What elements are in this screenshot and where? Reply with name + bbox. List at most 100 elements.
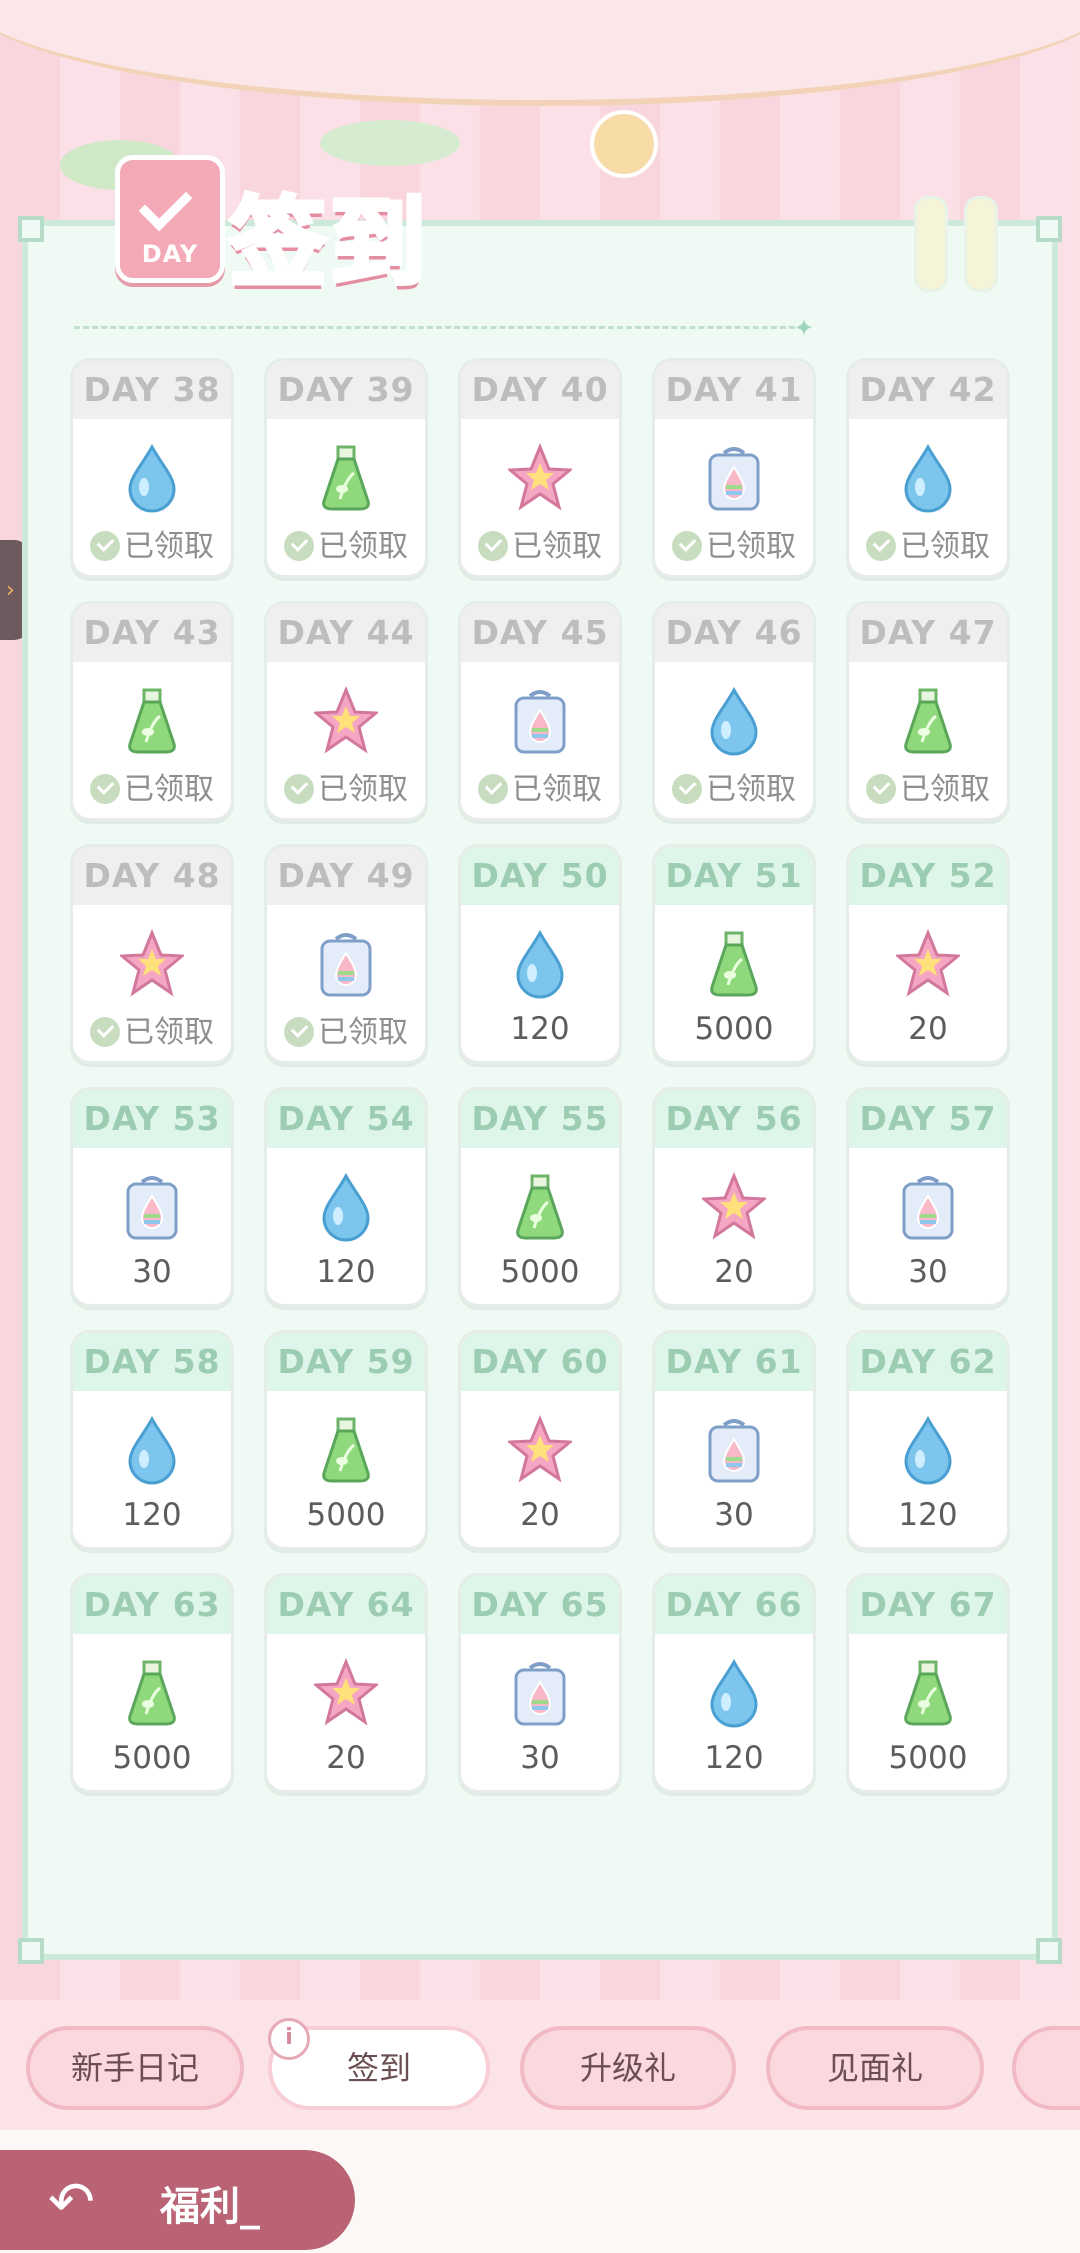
calendar-icon: DAY	[115, 155, 225, 283]
potion-icon	[702, 929, 766, 999]
day-card[interactable]: DAY 45 已领取	[458, 601, 622, 821]
claimed-status: 已领取	[461, 764, 619, 808]
day-card[interactable]: DAY 60 20	[458, 1330, 622, 1550]
day-card[interactable]: DAY 57 30	[846, 1087, 1010, 1307]
check-circle-icon	[90, 774, 120, 804]
day-card[interactable]: DAY 64 20	[264, 1573, 428, 1793]
day-label: DAY 65	[461, 1576, 619, 1634]
reward-amount: 20	[326, 1740, 366, 1776]
potion-icon	[120, 686, 184, 756]
water-drop-icon	[896, 443, 960, 513]
day-card[interactable]: DAY 43 已领取	[70, 601, 234, 821]
welfare-label: 福利_	[160, 2184, 260, 2230]
day-label: DAY 43	[73, 604, 231, 662]
day-card[interactable]: DAY 38 已领取	[70, 358, 234, 578]
day-label: DAY 44	[267, 604, 425, 662]
day-label: DAY 42	[849, 361, 1007, 419]
claimed-text: 已领取	[512, 529, 602, 564]
tab-newbie-diary[interactable]: 新手日记	[26, 2026, 244, 2110]
day-label: DAY 48	[73, 847, 231, 905]
pause-button[interactable]	[914, 196, 998, 292]
day-card[interactable]: DAY 63 5000	[70, 1573, 234, 1793]
day-card[interactable]: DAY 40 已领取	[458, 358, 622, 578]
day-label: DAY 46	[655, 604, 813, 662]
rainbow-bag-icon	[120, 1172, 184, 1242]
star-icon	[894, 929, 962, 999]
rainbow-bag-icon	[314, 929, 378, 999]
day-card[interactable]: DAY 39 已领取	[264, 358, 428, 578]
day-label: DAY 62	[849, 1333, 1007, 1391]
day-card[interactable]: DAY 55 5000	[458, 1087, 622, 1307]
claimed-status: 已领取	[655, 521, 813, 565]
star-icon	[506, 1415, 574, 1485]
claimed-text: 已领取	[318, 529, 408, 564]
back-arrow-icon[interactable]: ↶	[48, 2170, 95, 2235]
reward-amount: 30	[520, 1740, 560, 1776]
day-card[interactable]: DAY 67 5000	[846, 1573, 1010, 1793]
day-card[interactable]: DAY 49 已领取	[264, 844, 428, 1064]
day-card[interactable]: DAY 58 120	[70, 1330, 234, 1550]
day-card[interactable]: DAY 56 20	[652, 1087, 816, 1307]
claimed-text: 已领取	[706, 529, 796, 564]
day-card[interactable]: DAY 44 已领取	[264, 601, 428, 821]
info-icon[interactable]: i	[268, 2018, 310, 2060]
tab-meeting-gift[interactable]: 见面礼	[766, 2026, 984, 2110]
claimed-text: 已领取	[900, 772, 990, 807]
reward-amount: 5000	[888, 1740, 968, 1776]
reward-amount: 120	[316, 1254, 376, 1290]
reward-amount: 120	[510, 1011, 570, 1047]
day-card[interactable]: DAY 47 已领取	[846, 601, 1010, 821]
claimed-status: 已领取	[849, 764, 1007, 808]
chevron-right-icon: ›	[6, 578, 15, 603]
claimed-status: 已领取	[73, 764, 231, 808]
day-card[interactable]: DAY 48 已领取	[70, 844, 234, 1064]
claimed-status: 已领取	[267, 521, 425, 565]
day-label: DAY 58	[73, 1333, 231, 1391]
day-card[interactable]: DAY 52 20	[846, 844, 1010, 1064]
day-label: DAY 38	[73, 361, 231, 419]
day-card[interactable]: DAY 54 120	[264, 1087, 428, 1307]
sparkle-icon: ✦	[794, 314, 815, 342]
checkin-grid: DAY 38 已领取 DAY 39 已领取 DAY 40 已领取 DAY 41 已领取 DAY …	[70, 358, 1010, 1793]
rainbow-bag-icon	[896, 1172, 960, 1242]
star-icon	[312, 1658, 380, 1728]
reward-amount: 20	[714, 1254, 754, 1290]
welfare-button[interactable]: ↶ 福利_	[0, 2150, 355, 2250]
potion-icon	[896, 686, 960, 756]
day-card[interactable]: DAY 50 120	[458, 844, 622, 1064]
day-card[interactable]: DAY 62 120	[846, 1330, 1010, 1550]
day-label: DAY 47	[849, 604, 1007, 662]
day-card[interactable]: DAY 53 30	[70, 1087, 234, 1307]
claimed-status: 已领取	[73, 521, 231, 565]
check-circle-icon	[90, 531, 120, 561]
reward-amount: 20	[520, 1497, 560, 1533]
potion-icon	[508, 1172, 572, 1242]
star-icon	[118, 929, 186, 999]
reward-amount: 30	[714, 1497, 754, 1533]
day-card[interactable]: DAY 46 已领取	[652, 601, 816, 821]
day-card[interactable]: DAY 65 30	[458, 1573, 622, 1793]
tab-level-up-gift[interactable]: 升级礼	[520, 2026, 736, 2110]
water-drop-icon	[896, 1415, 960, 1485]
reward-amount: 20	[908, 1011, 948, 1047]
day-card[interactable]: DAY 59 5000	[264, 1330, 428, 1550]
day-card[interactable]: DAY 51 5000	[652, 844, 816, 1064]
claimed-status: 已领取	[267, 1007, 425, 1051]
water-drop-icon	[508, 929, 572, 999]
day-card[interactable]: DAY 66 120	[652, 1573, 816, 1793]
panel-corner	[18, 216, 44, 242]
divider	[74, 326, 804, 329]
day-label: DAY 59	[267, 1333, 425, 1391]
rainbow-bag-icon	[702, 1415, 766, 1485]
rainbow-bag-icon	[508, 1658, 572, 1728]
check-circle-icon	[866, 531, 896, 561]
star-icon	[700, 1172, 768, 1242]
day-label: DAY 64	[267, 1576, 425, 1634]
claimed-status: 已领取	[267, 764, 425, 808]
claimed-text: 已领取	[318, 772, 408, 807]
day-card[interactable]: DAY 42 已领取	[846, 358, 1010, 578]
day-card[interactable]: DAY 61 30	[652, 1330, 816, 1550]
day-card[interactable]: DAY 41 已领取	[652, 358, 816, 578]
water-drop-icon	[120, 1415, 184, 1485]
water-drop-icon	[702, 1658, 766, 1728]
